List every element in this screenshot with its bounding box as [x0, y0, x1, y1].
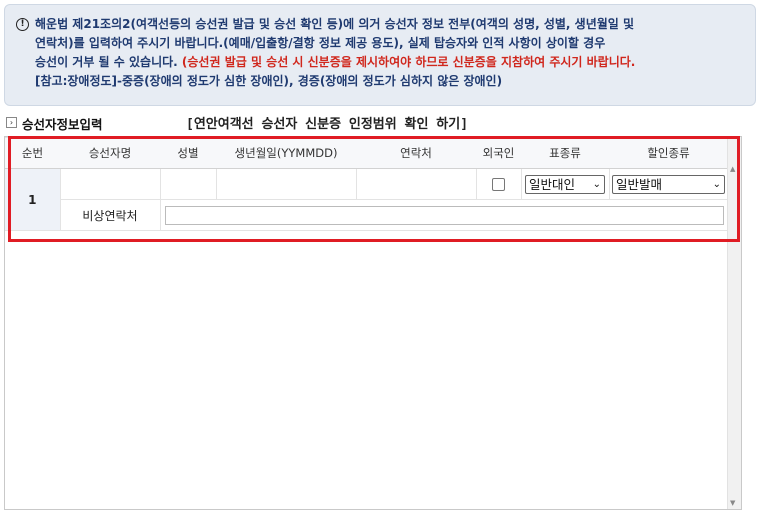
discount-type-cell: 일반발매 ⌄	[608, 168, 729, 200]
header-name: 승선자명	[60, 137, 160, 169]
notice-line-1: 해운법 제21조의2(여객선등의 승선권 발급 및 승선 확인 등)에 의거 승…	[35, 17, 635, 31]
ticket-type-value: 일반대인	[529, 176, 576, 192]
scroll-down-icon[interactable]: ▼	[730, 499, 735, 507]
discount-type-value: 일반발매	[616, 176, 663, 192]
header-ticket-type: 표종류	[521, 137, 609, 169]
ticket-type-select[interactable]: 일반대인 ⌄	[525, 174, 605, 194]
gender-cell[interactable]	[159, 168, 217, 200]
phone-cell[interactable]	[355, 168, 477, 200]
notice-line-4: [참고:장애정도]-중증(장애의 정도가 심한 장애인), 경증(장애의 정도가…	[35, 74, 503, 88]
header-foreigner: 외국인	[476, 137, 521, 169]
scroll-up-icon[interactable]: ▲	[730, 165, 735, 173]
foreigner-cell	[475, 168, 522, 200]
foreigner-checkbox[interactable]	[492, 178, 505, 191]
warning-icon: !	[16, 18, 29, 31]
id-range-link[interactable]: [연안여객선 승선자 신분증 인정범위 확인 하기]	[186, 113, 468, 132]
header-seq: 순번	[5, 137, 60, 169]
notice-line-3: 승선이 거부 될 수 있습니다. (승선권 발급 및 승선 시 신분증을 제시하…	[35, 53, 743, 72]
row-seq: 1	[5, 168, 61, 231]
header-discount-type: 할인종류	[609, 137, 728, 169]
emergency-row: 비상연락처	[5, 199, 729, 231]
table-header-row: 순번 승선자명 성별 생년월일(YYMMDD) 연락처 외국인 표종류 할인종류	[5, 137, 728, 169]
notice-line-3-red: (승선권 발급 및 승선 시 신분증을 제시하여야 하므로 신분증을 지참하여 …	[181, 55, 636, 69]
ticket-type-cell: 일반대인 ⌄	[520, 168, 610, 200]
emergency-cell	[159, 199, 729, 231]
passenger-name-cell[interactable]	[59, 168, 161, 200]
header-birth: 생년월일(YYMMDD)	[216, 137, 356, 169]
chevron-down-icon: ⌄	[712, 178, 721, 190]
header-phone: 연락처	[356, 137, 476, 169]
chevron-down-icon: ⌄	[592, 178, 601, 190]
section-header: › 승선자정보입력 [연안여객선 승선자 신분증 인정범위 확인 하기]	[6, 114, 746, 134]
notice-box: ! 해운법 제21조의2(여객선등의 승선권 발급 및 승선 확인 등)에 의거…	[4, 4, 756, 106]
discount-type-select[interactable]: 일반발매 ⌄	[612, 174, 725, 194]
passenger-table: 순번 승선자명 성별 생년월일(YYMMDD) 연락처 외국인 표종류 할인종류…	[5, 137, 729, 231]
notice-line-2: 연락처)를 입력하여 주시기 바랍니다.(예매/입출항/결항 정보 제공 용도)…	[35, 36, 606, 50]
table-row: 1 일반대인 ⌄ 일반발매 ⌄	[5, 168, 729, 231]
birth-cell[interactable]	[215, 168, 357, 200]
header-gender: 성별	[160, 137, 216, 169]
vertical-scrollbar[interactable]: ▲ ▼	[727, 137, 741, 509]
passenger-grid: 순번 승선자명 성별 생년월일(YYMMDD) 연락처 외국인 표종류 할인종류…	[4, 136, 742, 510]
notice-line-3-text: 승선이 거부 될 수 있습니다.	[35, 55, 178, 69]
arrow-right-icon: ›	[6, 117, 17, 128]
section-title: 승선자정보입력	[22, 117, 103, 132]
emergency-label: 비상연락처	[59, 199, 161, 231]
emergency-contact-input[interactable]	[164, 205, 724, 225]
